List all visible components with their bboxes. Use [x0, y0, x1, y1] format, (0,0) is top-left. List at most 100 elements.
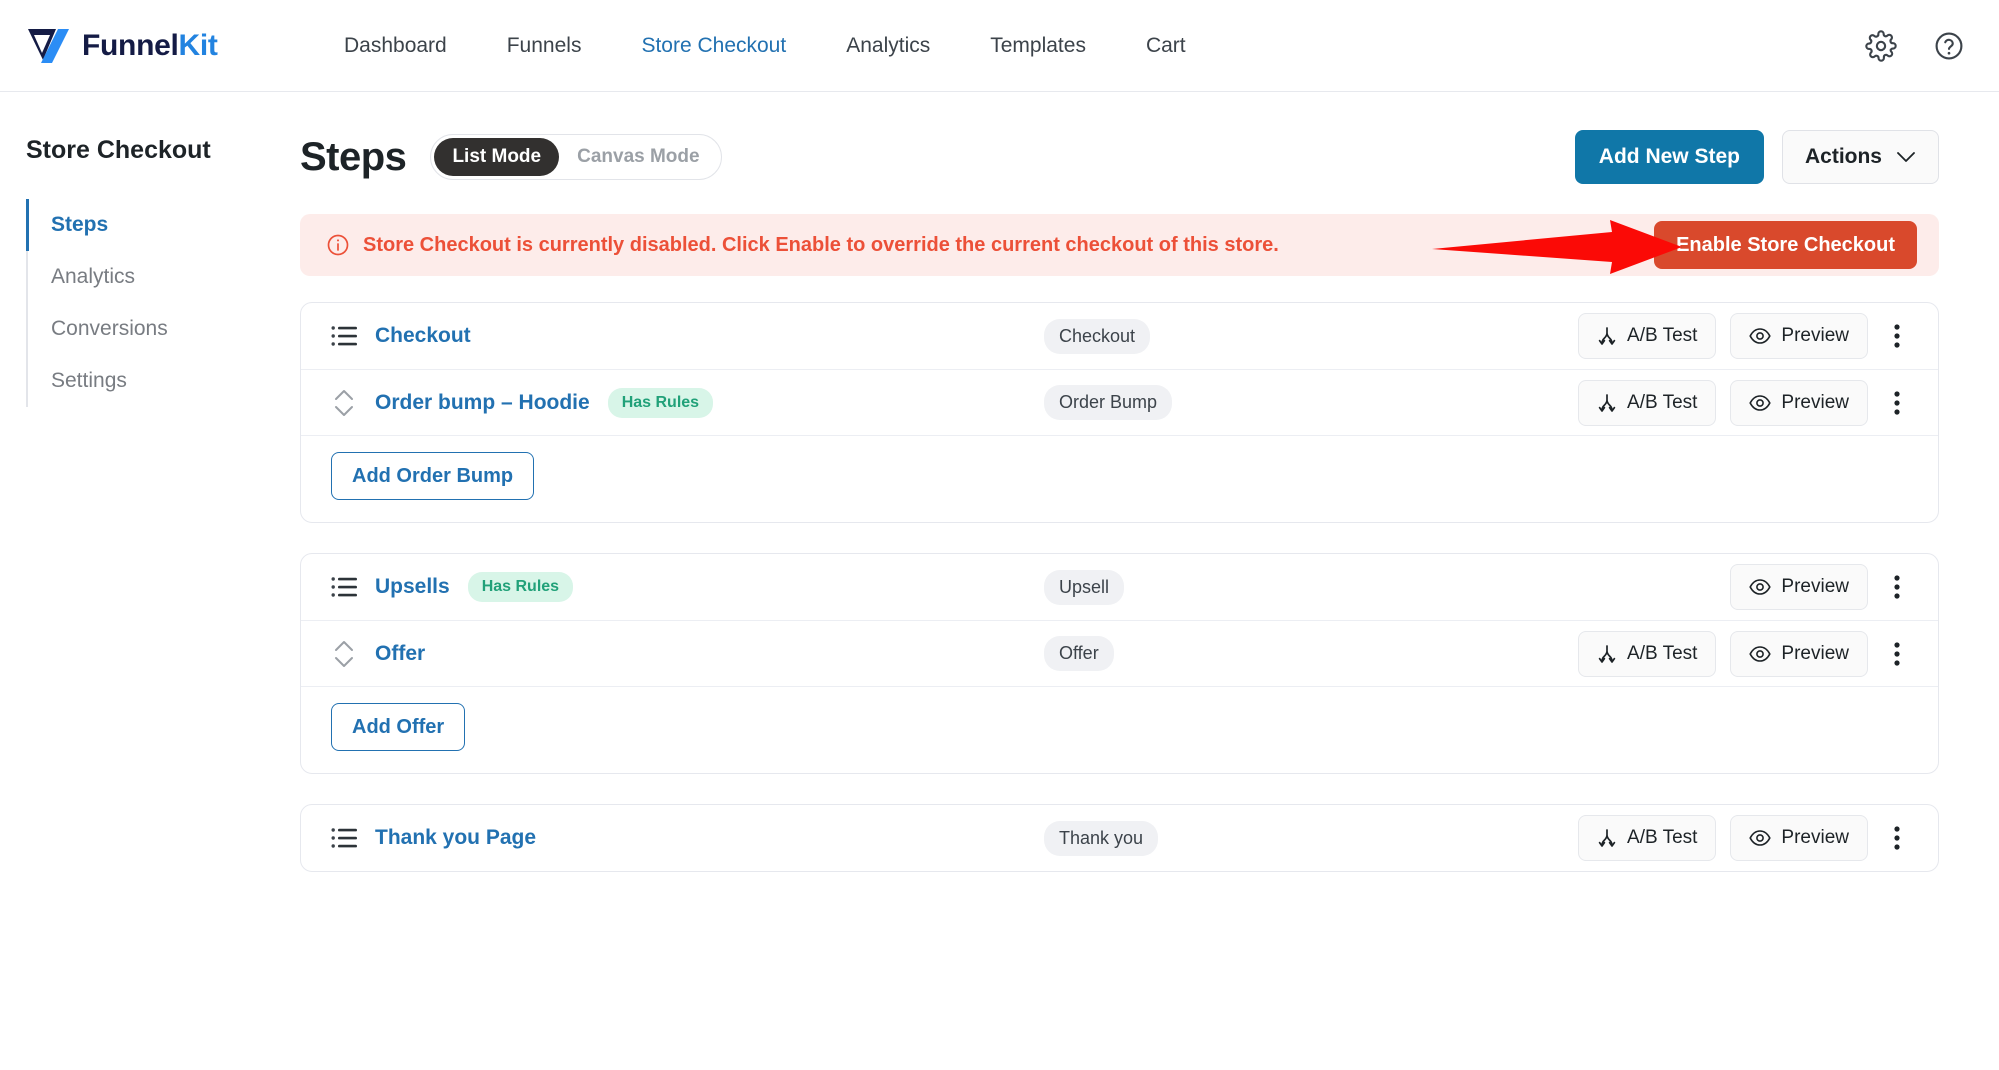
actions-dropdown-button[interactable]: Actions	[1781, 130, 1939, 184]
preview-label: Preview	[1781, 391, 1849, 413]
more-options-kebab-icon[interactable]	[1882, 821, 1912, 855]
has-rules-badge: Has Rules	[467, 572, 574, 602]
step-card-upsells: Upsells Has Rules Upsell Preview Offer O…	[300, 553, 1939, 774]
more-options-kebab-icon[interactable]	[1882, 386, 1912, 420]
tab-canvas-mode[interactable]: Canvas Mode	[559, 138, 717, 176]
enable-store-checkout-button[interactable]: Enable Store Checkout	[1654, 221, 1917, 269]
sidebar-item-settings[interactable]: Settings	[26, 355, 280, 407]
step-type-badge: Offer	[1044, 636, 1114, 671]
more-options-kebab-icon[interactable]	[1882, 570, 1912, 604]
row-actions: A/B Test Preview	[1578, 379, 1912, 426]
brand-name-part1: Funnel	[82, 28, 179, 62]
eye-icon	[1749, 328, 1772, 344]
step-type-badge: Thank you	[1044, 820, 1159, 856]
ab-test-button[interactable]: A/B Test	[1578, 815, 1717, 861]
brand-name-part2: Kit	[178, 28, 218, 62]
ab-test-button[interactable]: A/B Test	[1578, 313, 1717, 359]
actions-dropdown-label: Actions	[1804, 145, 1882, 168]
gear-icon[interactable]	[1865, 29, 1897, 62]
sidebar-item-conversions[interactable]: Conversions	[26, 303, 280, 355]
ab-test-label: A/B Test	[1627, 325, 1698, 346]
page-header: Steps List Mode Canvas Mode Add New Step…	[300, 126, 1939, 188]
add-order-bump-button[interactable]: Add Order Bump	[331, 452, 535, 500]
preview-button[interactable]: Preview	[1730, 379, 1868, 426]
more-options-kebab-icon[interactable]	[1882, 319, 1912, 353]
nav-item-dashboard[interactable]: Dashboard	[314, 34, 477, 58]
funnelkit-logo-icon	[28, 28, 69, 63]
view-mode-toggle: List Mode Canvas Mode	[430, 134, 722, 180]
add-offer-button[interactable]: Add Offer	[331, 703, 466, 751]
preview-button[interactable]: Preview	[1730, 630, 1868, 677]
ab-test-label: A/B Test	[1627, 827, 1698, 848]
sidebar-title: Store Checkout	[26, 136, 211, 164]
eye-icon	[1749, 394, 1772, 411]
top-bar: FunnelKit Dashboard Funnels Store Checko…	[0, 0, 1999, 92]
add-new-step-button[interactable]: Add New Step	[1574, 130, 1764, 184]
nav-item-templates[interactable]: Templates	[960, 34, 1116, 58]
ab-test-button[interactable]: A/B Test	[1578, 379, 1717, 426]
row-left: Offer	[331, 634, 425, 674]
tab-list-mode[interactable]: List Mode	[434, 138, 560, 176]
brand-name: FunnelKit	[82, 29, 218, 63]
table-row: Checkout Checkout A/B Test Preview	[301, 303, 1938, 369]
page-layout: Store Checkout Steps Analytics Conversio…	[0, 92, 1999, 1070]
preview-label: Preview	[1781, 827, 1849, 848]
row-left: Checkout	[331, 324, 471, 348]
sidebar-item-steps[interactable]: Steps	[26, 199, 280, 251]
sidebar: Store Checkout Steps Analytics Conversio…	[0, 92, 280, 1070]
ab-test-split-icon	[1598, 327, 1616, 345]
card-footer: Add Offer	[301, 686, 1938, 773]
step-link[interactable]: Offer	[375, 642, 425, 666]
list-icon	[331, 577, 357, 597]
ab-test-button[interactable]: A/B Test	[1578, 630, 1717, 677]
ab-test-label: A/B Test	[1627, 391, 1698, 413]
eye-icon	[1749, 645, 1772, 662]
nav-item-funnels[interactable]: Funnels	[477, 34, 612, 58]
nav-item-cart[interactable]: Cart	[1116, 34, 1216, 58]
sidebar-item-analytics[interactable]: Analytics	[26, 251, 280, 303]
chevron-down-icon	[1897, 152, 1915, 162]
ab-test-label: A/B Test	[1627, 642, 1698, 664]
main-content: Steps List Mode Canvas Mode Add New Step…	[280, 92, 1999, 1070]
step-link[interactable]: Thank you Page	[375, 826, 536, 850]
step-card-thank-you: Thank you Page Thank you A/B Test Previe…	[300, 804, 1939, 872]
step-link[interactable]: Order bump – Hoodie	[375, 391, 590, 415]
has-rules-badge: Has Rules	[607, 387, 714, 418]
step-card-checkout: Checkout Checkout A/B Test Preview Order…	[300, 302, 1939, 523]
list-icon	[331, 326, 357, 346]
page-title: Steps	[300, 134, 407, 179]
brand-logo[interactable]: FunnelKit	[26, 26, 276, 66]
ab-test-split-icon	[1598, 393, 1616, 412]
more-options-kebab-icon[interactable]	[1882, 637, 1912, 671]
row-actions: Preview	[1730, 564, 1912, 610]
preview-label: Preview	[1781, 642, 1849, 664]
row-actions: A/B Test Preview	[1578, 815, 1912, 861]
help-circle-icon[interactable]	[1933, 30, 1965, 62]
row-left: Upsells Has Rules	[331, 572, 574, 602]
preview-button[interactable]: Preview	[1730, 815, 1868, 861]
preview-button[interactable]: Preview	[1730, 313, 1868, 359]
store-checkout-disabled-notice: Store Checkout is currently disabled. Cl…	[300, 214, 1939, 276]
step-link[interactable]: Upsells	[375, 575, 450, 599]
nav-item-analytics[interactable]: Analytics	[816, 34, 960, 58]
row-actions: A/B Test Preview	[1578, 630, 1912, 677]
reorder-icon[interactable]	[331, 383, 357, 423]
step-type-badge: Checkout	[1044, 318, 1151, 354]
card-footer: Add Order Bump	[301, 435, 1938, 522]
table-row: Offer Offer A/B Test Preview	[301, 620, 1938, 686]
reorder-icon[interactable]	[331, 634, 357, 674]
step-link[interactable]: Checkout	[375, 324, 471, 348]
list-icon	[331, 828, 357, 848]
sidebar-menu: Steps Analytics Conversions Settings	[26, 199, 280, 407]
preview-label: Preview	[1781, 325, 1849, 346]
ab-test-split-icon	[1598, 644, 1616, 663]
step-type-badge: Order Bump	[1044, 385, 1173, 420]
nav-item-store-checkout[interactable]: Store Checkout	[611, 34, 816, 58]
notice-message: Store Checkout is currently disabled. Cl…	[363, 233, 1279, 256]
eye-icon	[1749, 579, 1772, 595]
table-row: Order bump – Hoodie Has Rules Order Bump…	[301, 369, 1938, 435]
row-actions: A/B Test Preview	[1578, 313, 1912, 359]
preview-button[interactable]: Preview	[1730, 564, 1868, 610]
ab-test-split-icon	[1598, 829, 1616, 847]
row-left: Order bump – Hoodie Has Rules	[331, 383, 714, 423]
